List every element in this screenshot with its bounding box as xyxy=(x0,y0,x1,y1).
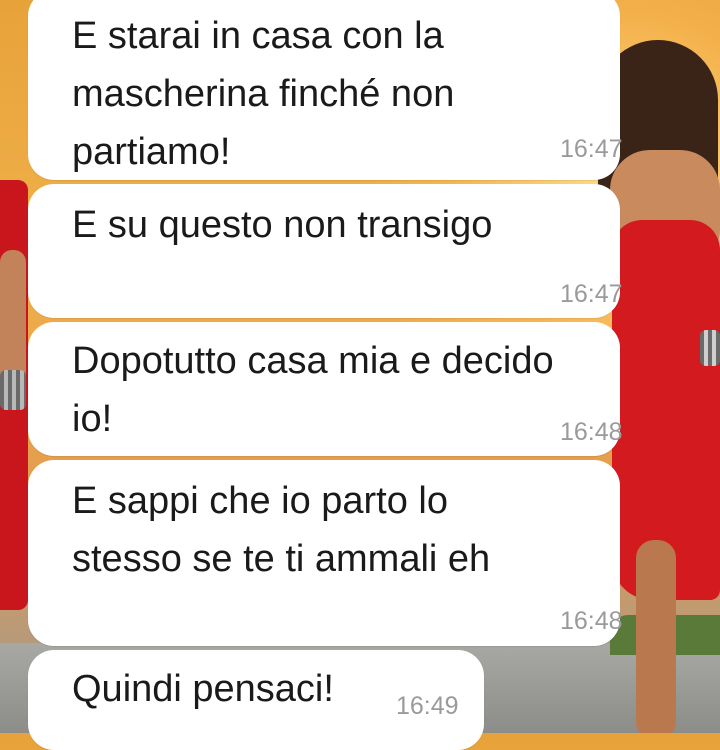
message-text: E sappi che io parto lo stesso se te ti … xyxy=(72,480,491,580)
message-timestamp: 16:49 xyxy=(396,692,459,720)
message-bubble[interactable]: E starai in casa con la mascherina finch… xyxy=(28,0,623,180)
message-timestamp: 16:48 xyxy=(560,418,623,446)
message-bubble[interactable]: Dopotutto casa mia e decido io! 16:48 xyxy=(28,322,623,456)
message-text: Dopotutto casa mia e decido io! xyxy=(72,340,554,440)
message-list[interactable]: E starai in casa con la mascherina finch… xyxy=(0,0,720,750)
message-timestamp: 16:47 xyxy=(560,280,623,308)
message-timestamp: 16:47 xyxy=(560,135,623,163)
message-text: Quindi pensaci! xyxy=(72,668,334,710)
message-timestamp: 16:48 xyxy=(560,607,623,635)
message-bubble[interactable]: E sappi che io parto lo stesso se te ti … xyxy=(28,460,623,646)
message-text: E su questo non transigo xyxy=(72,204,493,246)
message-text: E starai in casa con la mascherina finch… xyxy=(72,15,455,173)
message-bubble[interactable]: E su questo non transigo 16:47 xyxy=(28,184,623,318)
message-bubble[interactable]: Quindi pensaci! 16:49 xyxy=(28,650,484,750)
